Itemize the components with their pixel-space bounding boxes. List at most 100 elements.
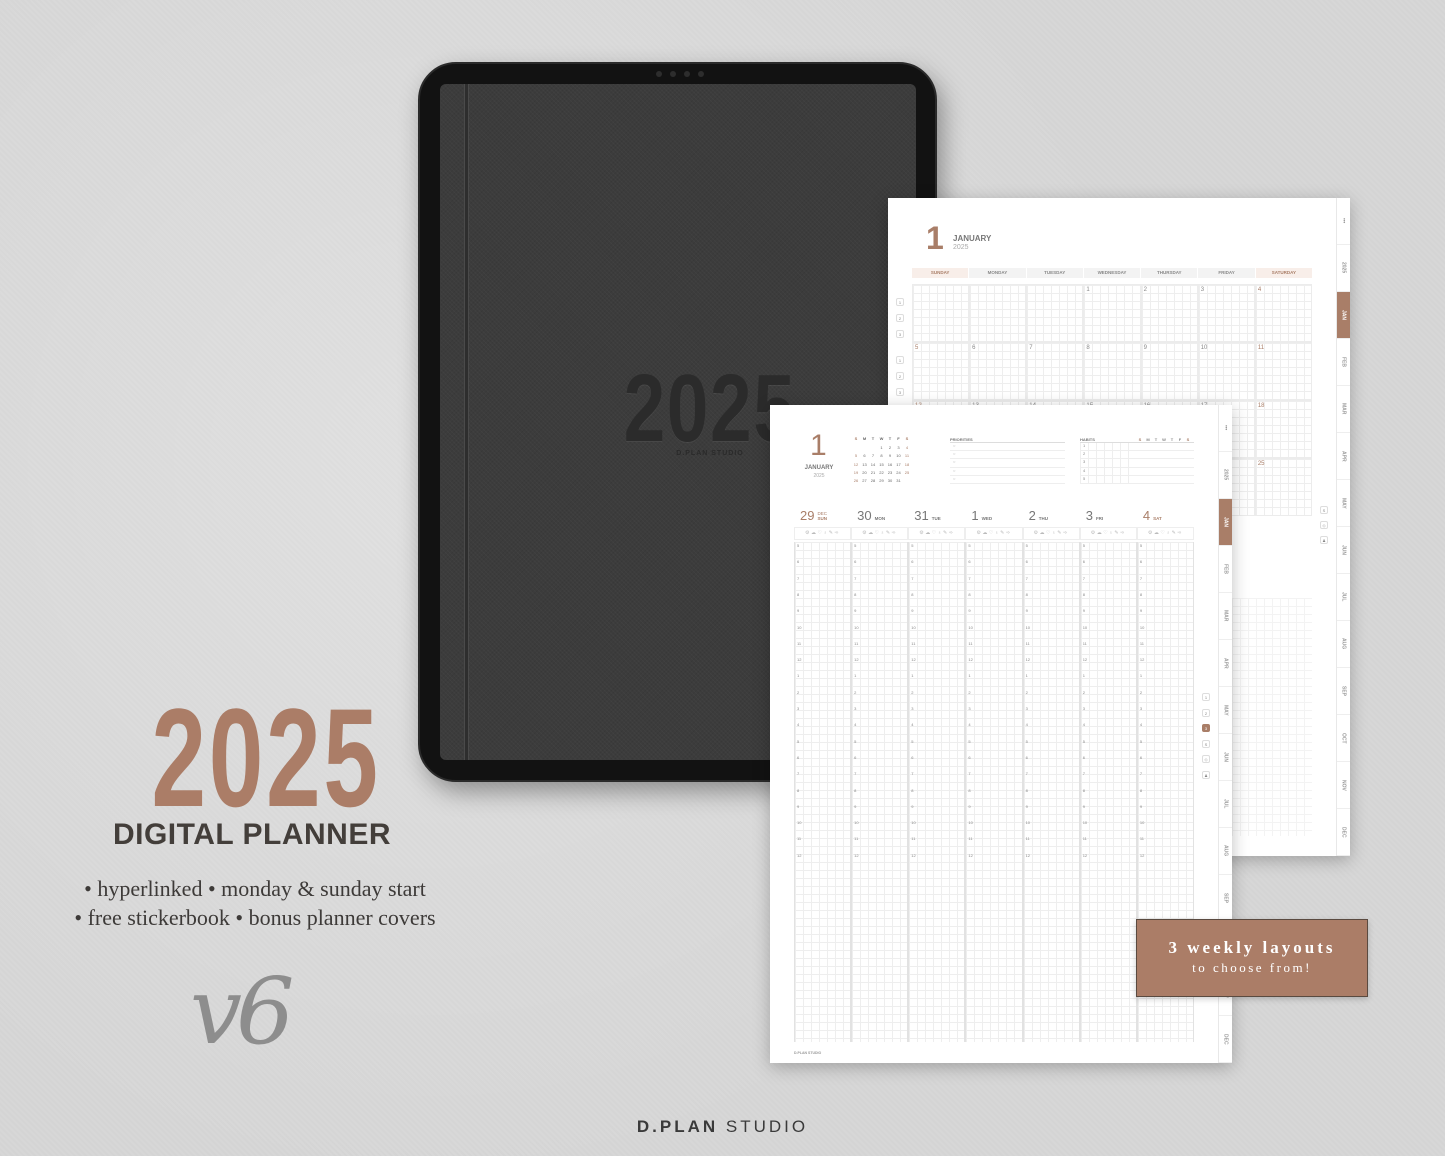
day-header-sun[interactable]: 29 DEC SUN (794, 505, 851, 523)
mini-cal-day[interactable]: 3 (895, 445, 903, 450)
day-cell[interactable]: 4 (1254, 284, 1312, 342)
day-column[interactable]: 5 6 7 8 9 10 11 12 1 2 3 4 5 6 7 8 9 10 11 12 (851, 542, 909, 1042)
mini-cal-day[interactable]: 6 (861, 453, 869, 458)
habit-item[interactable]: 4 (1080, 467, 1194, 476)
mini-cal-day[interactable]: 30 (886, 478, 894, 483)
habit-item[interactable]: 2 (1080, 451, 1194, 460)
day-column[interactable]: 5 6 7 8 9 10 11 12 1 2 3 4 5 6 7 8 9 10 11 12 (908, 542, 966, 1042)
mini-cal-day[interactable]: 11 (903, 453, 911, 458)
tab-dec[interactable]: DEC (1337, 809, 1350, 856)
tab-feb[interactable]: FEB (1337, 339, 1350, 386)
mini-cal-day[interactable]: 14 (869, 462, 877, 467)
day-header-thu[interactable]: 2 THU (1023, 505, 1080, 523)
tab-jun[interactable]: JUN (1219, 734, 1232, 781)
day-cell[interactable]: 10 (1197, 342, 1255, 400)
tab-nov[interactable]: NOV (1337, 762, 1350, 809)
tab-apr[interactable]: APR (1337, 433, 1350, 480)
row-marker[interactable]: 3 (896, 330, 904, 338)
side-button[interactable]: ◇ (1320, 521, 1328, 529)
tab-jan[interactable]: JAN (1337, 292, 1350, 339)
tab-2025[interactable]: 2025 (1219, 452, 1232, 499)
status-icons[interactable]: ⚙☁♡♁✎➾ (1022, 527, 1080, 540)
day-cell[interactable]: 1 (1083, 284, 1141, 342)
day-header-sat[interactable]: 4 SAT (1137, 505, 1194, 523)
mini-cal-day[interactable]: S (852, 436, 860, 441)
mini-cal-day[interactable]: 7 (869, 453, 877, 458)
mini-cal-day[interactable]: 9 (886, 453, 894, 458)
status-icons[interactable]: ⚙☁♡♁✎➾ (794, 527, 852, 540)
day-header-mon[interactable]: 30 MON (851, 505, 908, 523)
day-header-wed[interactable]: 1 WED (965, 505, 1022, 523)
mini-cal-day[interactable]: 19 (852, 470, 860, 475)
mini-cal-day[interactable]: S (903, 436, 911, 441)
side-button[interactable]: S (1202, 739, 1210, 748)
mini-cal-day[interactable]: M (861, 436, 869, 441)
mini-cal-day[interactable]: 28 (869, 478, 877, 483)
priority-item[interactable]: ○ (950, 443, 1065, 452)
side-button[interactable]: ♟ (1320, 536, 1328, 544)
side-button[interactable]: 1 (1202, 693, 1210, 701)
mini-cal-day[interactable]: F (895, 436, 903, 441)
mini-cal-day[interactable]: 25 (903, 470, 911, 475)
tab-2025[interactable]: 2025 (1337, 245, 1350, 292)
day-column[interactable]: 5 6 7 8 9 10 11 12 1 2 3 4 5 6 7 8 9 10 11 12 (965, 542, 1023, 1042)
day-cell[interactable]: 5 (912, 342, 970, 400)
mini-cal-day[interactable]: 26 (852, 478, 860, 483)
mini-cal-day[interactable]: 20 (861, 470, 869, 475)
status-icons[interactable]: ⚙☁♡♁✎➾ (965, 527, 1023, 540)
tab-menu[interactable]: ••• (1219, 405, 1232, 452)
status-icons[interactable]: ⚙☁♡♁✎➾ (908, 527, 966, 540)
tab-jan[interactable]: JAN (1219, 499, 1232, 546)
habit-item[interactable]: 1 (1080, 443, 1194, 452)
mini-cal-day[interactable]: 18 (903, 462, 911, 467)
tab-jul[interactable]: JUL (1337, 574, 1350, 621)
day-cell[interactable]: 6 (969, 342, 1027, 400)
tab-may[interactable]: MAY (1219, 687, 1232, 734)
side-button[interactable]: S (1320, 506, 1328, 514)
tab-may[interactable]: MAY (1337, 480, 1350, 527)
mini-cal-day[interactable]: 5 (852, 453, 860, 458)
priority-item[interactable]: ○ (950, 476, 1065, 484)
mini-cal-day[interactable]: 27 (861, 478, 869, 483)
priority-item[interactable]: ○ (950, 459, 1065, 468)
row-marker[interactable]: 1 (896, 356, 904, 364)
habit-item[interactable]: 3 (1080, 459, 1194, 468)
mini-cal-day[interactable]: 31 (895, 478, 903, 483)
tab-jul[interactable]: JUL (1219, 781, 1232, 828)
mini-cal-day[interactable]: 1 (878, 445, 886, 450)
mini-cal-day[interactable]: 13 (861, 462, 869, 467)
row-marker[interactable]: 2 (896, 372, 904, 380)
tab-oct[interactable]: OCT (1337, 715, 1350, 762)
day-header-fri[interactable]: 3 FRI (1080, 505, 1137, 523)
tab-dec[interactable]: DEC (1219, 1016, 1232, 1063)
side-button[interactable]: ◇ (1202, 755, 1210, 763)
mini-cal-day[interactable]: 15 (878, 462, 886, 467)
side-button[interactable]: ♟ (1202, 770, 1210, 779)
mini-cal-day[interactable]: 10 (895, 453, 903, 458)
status-icons[interactable]: ⚙☁♡♁✎➾ (851, 527, 909, 540)
row-marker[interactable]: 2 (896, 314, 904, 322)
mini-cal-day[interactable]: 17 (895, 462, 903, 467)
mini-cal-day[interactable]: 8 (878, 453, 886, 458)
day-cell[interactable]: 25 (1254, 458, 1312, 516)
mini-cal-day[interactable]: 24 (895, 470, 903, 475)
row-marker[interactable]: 1 (896, 298, 904, 306)
day-column[interactable]: 5 6 7 8 9 10 11 12 1 2 3 4 5 6 7 8 9 10 11 12 (1079, 542, 1137, 1042)
day-cell[interactable]: 18 (1254, 400, 1312, 458)
mini-cal-day[interactable]: 4 (903, 445, 911, 450)
tab-mar[interactable]: MAR (1219, 593, 1232, 640)
day-cell[interactable]: 2 (1140, 284, 1198, 342)
day-cell[interactable]: 9 (1140, 342, 1198, 400)
day-cell[interactable] (1026, 284, 1084, 342)
mini-cal-day[interactable]: W (878, 436, 886, 441)
tab-menu[interactable]: ••• (1337, 198, 1350, 245)
tab-jun[interactable]: JUN (1337, 527, 1350, 574)
day-header-tue[interactable]: 31 TUE (908, 505, 965, 523)
tab-apr[interactable]: APR (1219, 640, 1232, 687)
mini-cal-day[interactable]: 23 (886, 470, 894, 475)
day-cell[interactable] (969, 284, 1027, 342)
tab-aug[interactable]: AUG (1219, 828, 1232, 875)
mini-cal-day[interactable]: 29 (878, 478, 886, 483)
status-icons[interactable]: ⚙☁♡♁✎➾ (1136, 527, 1194, 540)
tab-sep[interactable]: SEP (1219, 875, 1232, 922)
